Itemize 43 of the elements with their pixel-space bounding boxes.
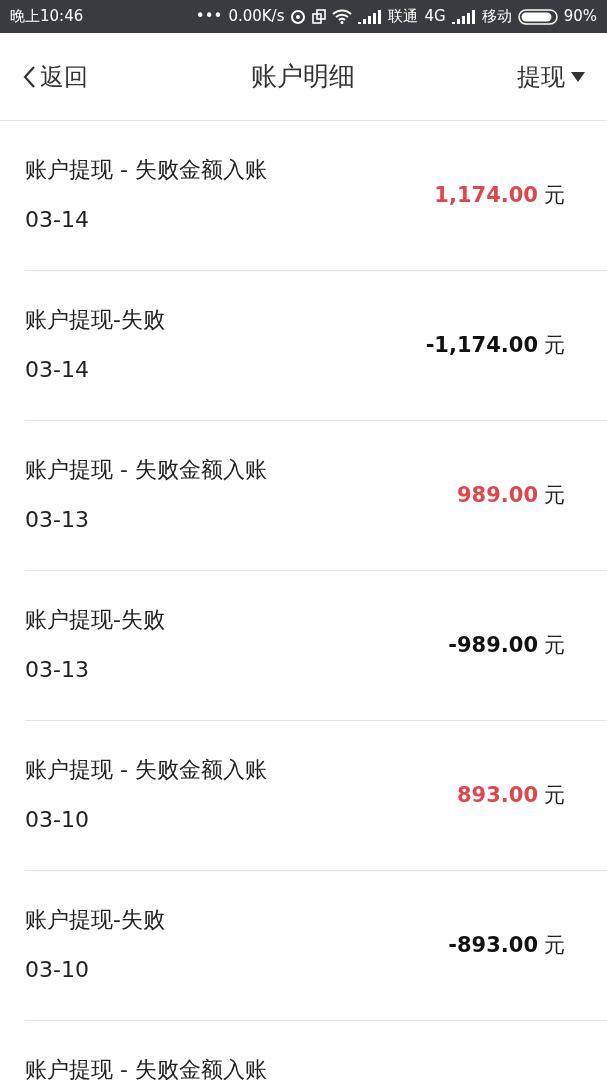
currency-unit: 元 [544,331,565,359]
record-date: 03-14 [25,356,90,384]
currency-unit: 元 [544,781,565,809]
carrier-name: 联通 [388,6,419,28]
currency-unit: 元 [544,631,565,659]
record-amount: -1,174.00 [425,331,538,359]
record-amount: 1,174.00 [434,181,538,209]
status-dots: ••• [195,6,223,28]
copy-icon [312,8,327,25]
record-title: 账户提现 - 失败金额入账 [25,756,268,784]
currency-unit: 元 [544,481,565,509]
record-title: 账户提现 - 失败金额入账 [25,456,268,484]
record-date: 03-14 [25,206,90,234]
currency-unit: 元 [544,181,565,209]
record-title: 账户提现 - 失败金额入账 [25,156,268,184]
hotspot-icon [290,8,307,25]
record-date: 03-13 [25,656,90,684]
signal-icon [451,9,476,24]
record-date: 03-13 [25,506,90,534]
carrier-name: 移动 [481,6,512,28]
wifi-icon [332,9,353,24]
chevron-left-icon [22,64,36,89]
network-speed: 0.00K/s [228,6,285,28]
status-time: 晚上10:46 [10,6,84,28]
record-amount: -893.00 [448,931,538,959]
record-amount: 893.00 [456,781,538,809]
battery-icon [517,8,558,25]
record-amount: 989.00 [456,481,538,509]
record-title: 账户提现 - 失败金额入账 [25,1056,268,1080]
record-date: 03-10 [25,956,90,984]
signal-icon [358,9,383,24]
record-amount: -989.00 [448,631,538,659]
filter-dropdown[interactable]: 提现 [517,58,585,95]
back-button[interactable]: 返回 [22,58,88,95]
network-type: 4G [424,6,446,28]
currency-unit: 元 [544,931,565,959]
page-title: 账户明细 [250,60,355,93]
record-title: 账户提现-失败 [25,606,166,634]
record-title: 账户提现-失败 [25,906,166,934]
record-date: 03-10 [25,806,90,834]
record-title: 账户提现-失败 [25,306,166,334]
battery-level: 90% [563,6,597,28]
caret-down-icon [571,71,585,82]
